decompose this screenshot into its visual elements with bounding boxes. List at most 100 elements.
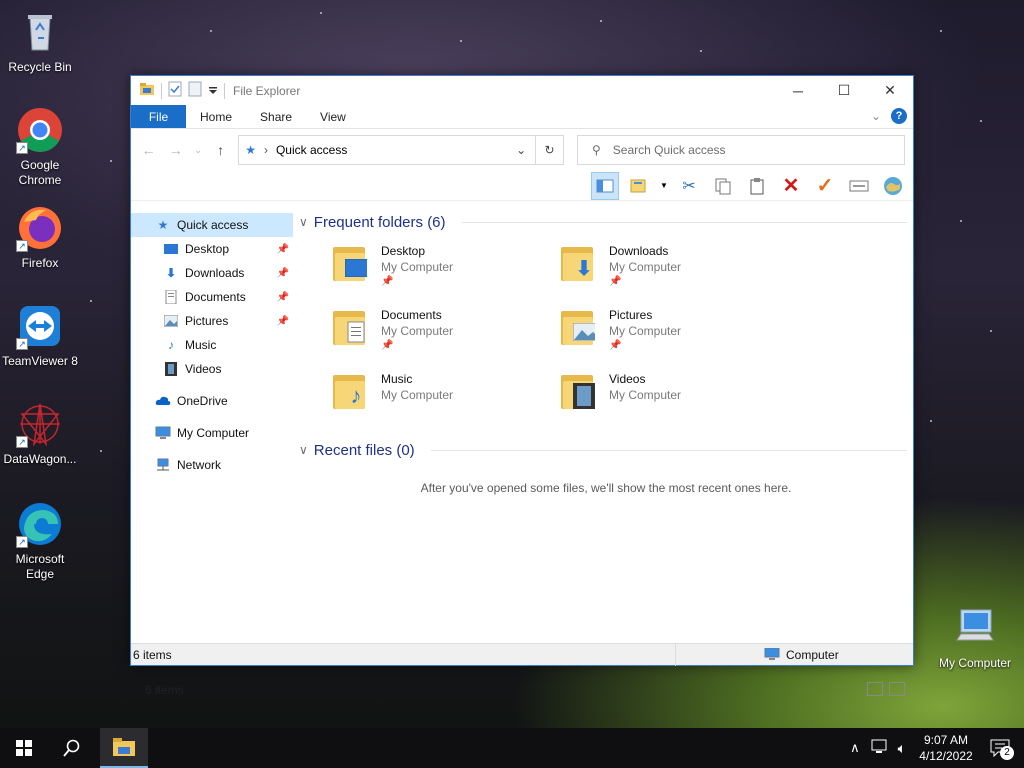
- shortcut-arrow-icon: ↗: [16, 436, 28, 448]
- folder-location: My Computer: [381, 260, 454, 274]
- nav-item-quick-access[interactable]: ★ Quick access: [131, 213, 293, 237]
- desktop-icon-my-computer[interactable]: My Computer: [935, 604, 1015, 671]
- desktop-icon-teamviewer[interactable]: ↗ TeamViewer 8: [0, 302, 80, 369]
- clock[interactable]: 9:07 AM 4/12/2022: [916, 732, 976, 764]
- item-count: 6 items: [145, 683, 184, 697]
- new-item-button[interactable]: [625, 172, 653, 200]
- minimize-button[interactable]: ─: [775, 76, 821, 105]
- nav-item-label: Downloads: [185, 266, 245, 280]
- minimize-icon: ─: [793, 82, 803, 99]
- search-input[interactable]: ⚲ Search Quick access: [577, 135, 905, 165]
- recycle-bin-icon: [16, 8, 64, 56]
- pin-icon: 📌: [276, 267, 289, 279]
- forward-button[interactable]: →: [166, 142, 185, 158]
- up-button[interactable]: ↑: [211, 142, 230, 158]
- folder-name: Documents: [381, 308, 442, 322]
- address-dropdown-icon[interactable]: ⌄: [507, 136, 535, 164]
- navigation-pane-icon: [596, 179, 614, 192]
- picture-icon: [163, 313, 179, 329]
- desktop-icon-edge[interactable]: ↗ Microsoft Edge: [0, 500, 80, 582]
- pin-icon: 📌: [276, 315, 289, 327]
- new-folder-icon[interactable]: [188, 81, 202, 100]
- tab-file[interactable]: File: [131, 105, 186, 128]
- details-view-icon[interactable]: [867, 682, 883, 696]
- nav-item-network[interactable]: Network: [131, 453, 293, 477]
- action-center-button[interactable]: 2: [986, 734, 1014, 762]
- file-explorer-window: File Explorer ─ ☐ ✕ File Home Share View…: [130, 75, 914, 697]
- start-button[interactable]: [0, 728, 48, 768]
- back-button[interactable]: ←: [139, 142, 158, 158]
- navigation-pane-button[interactable]: [591, 171, 619, 200]
- taskbar-search-button[interactable]: [48, 728, 96, 768]
- taskbar: ∧ 🔈︎ 9:07 AM 4/12/2022 2: [0, 728, 1024, 768]
- nav-item-onedrive[interactable]: OneDrive: [131, 389, 293, 413]
- nav-item-downloads[interactable]: ⬇ Downloads 📌: [131, 261, 293, 285]
- address-row: ← → ⌄ ↑ ★ › Quick access ⌄ ↻ ⚲ Search Qu…: [131, 129, 913, 171]
- new-item-dropdown-icon[interactable]: ▼: [659, 172, 669, 200]
- delete-button[interactable]: ✕: [777, 172, 805, 200]
- nav-item-label: Network: [177, 458, 222, 472]
- copy-icon: [715, 178, 731, 194]
- system-tray: ∧ 🔈︎ 9:07 AM 4/12/2022 2: [850, 728, 1024, 768]
- ribbon-tabs: File Home Share View ⌄ ?: [131, 105, 913, 129]
- recent-files-header[interactable]: ∨ Recent files (0): [299, 439, 913, 461]
- properties-icon[interactable]: [168, 81, 182, 100]
- computer-icon: [951, 604, 999, 652]
- file-explorer-icon: [113, 738, 135, 756]
- address-bar[interactable]: ★ › Quick access ⌄: [238, 135, 537, 165]
- properties-button[interactable]: [879, 172, 907, 200]
- recent-locations-icon[interactable]: ⌄: [193, 145, 203, 156]
- nav-item-music[interactable]: ♪ Music: [131, 333, 293, 357]
- desktop-folder-icon: [333, 243, 369, 283]
- tab-share[interactable]: Share: [246, 105, 306, 128]
- desktop-icon-datawagon[interactable]: ↗ DataWagon...: [0, 400, 80, 467]
- nav-item-desktop[interactable]: Desktop 📌: [131, 237, 293, 261]
- folder-name: Downloads: [609, 244, 669, 258]
- chevron-down-icon: ∨: [299, 215, 308, 229]
- select-button[interactable]: ✓: [811, 172, 839, 200]
- expand-ribbon-icon[interactable]: ⌄: [871, 109, 881, 123]
- taskbar-file-explorer[interactable]: [100, 728, 148, 768]
- help-icon[interactable]: ?: [891, 108, 907, 124]
- nav-item-label: Videos: [185, 362, 222, 376]
- nav-item-label: Documents: [185, 290, 246, 304]
- frequent-folders-grid: Desktop My Computer 📌 ⬇ Downloads My Com…: [299, 233, 913, 419]
- folder-tile-pictures[interactable]: Pictures My Computer 📌: [561, 307, 789, 355]
- network-status-icon[interactable]: [870, 739, 888, 758]
- folder-tile-downloads[interactable]: ⬇ Downloads My Computer 📌: [561, 243, 789, 291]
- maximize-button[interactable]: ☐: [821, 76, 867, 105]
- chevron-up-icon[interactable]: ∧: [850, 740, 860, 756]
- folder-tile-desktop[interactable]: Desktop My Computer 📌: [333, 243, 561, 291]
- volume-icon[interactable]: 🔈︎: [898, 740, 906, 757]
- desktop-icon-chrome[interactable]: ↗ Google Chrome: [0, 106, 80, 188]
- cloud-icon: [155, 393, 171, 409]
- nav-item-my-computer[interactable]: My Computer: [131, 421, 293, 445]
- frequent-folders-header[interactable]: ∨ Frequent folders (6): [299, 211, 913, 233]
- tab-view[interactable]: View: [306, 105, 360, 128]
- copy-button[interactable]: [709, 172, 737, 200]
- desktop-icon-label: TeamViewer 8: [2, 354, 78, 368]
- nav-item-videos[interactable]: Videos: [131, 357, 293, 381]
- nav-item-documents[interactable]: Documents 📌: [131, 285, 293, 309]
- pin-icon: 📌: [276, 243, 289, 255]
- divider: [430, 449, 907, 451]
- folder-tile-documents[interactable]: Documents My Computer 📌: [333, 307, 561, 355]
- folder-location: My Computer: [609, 260, 682, 274]
- clock-date: 4/12/2022: [919, 749, 973, 763]
- tab-home[interactable]: Home: [186, 105, 246, 128]
- refresh-button[interactable]: ↻: [535, 135, 564, 165]
- firefox-icon: ↗: [16, 204, 64, 252]
- large-icons-view-icon[interactable]: [889, 682, 905, 696]
- film-strip-icon: [163, 361, 179, 377]
- rename-button[interactable]: [845, 172, 873, 200]
- nav-item-label: Pictures: [185, 314, 229, 328]
- desktop-icon-recycle-bin[interactable]: Recycle Bin: [0, 8, 80, 75]
- nav-item-pictures[interactable]: Pictures 📌: [131, 309, 293, 333]
- close-button[interactable]: ✕: [867, 76, 913, 105]
- cut-button[interactable]: ✂: [675, 172, 703, 200]
- paste-button[interactable]: [743, 172, 771, 200]
- folder-tile-videos[interactable]: Videos My Computer: [561, 371, 789, 419]
- desktop-icon-firefox[interactable]: ↗ Firefox: [0, 204, 80, 271]
- customize-dropdown-icon[interactable]: [208, 84, 218, 98]
- folder-tile-music[interactable]: ♪ Music My Computer: [333, 371, 561, 419]
